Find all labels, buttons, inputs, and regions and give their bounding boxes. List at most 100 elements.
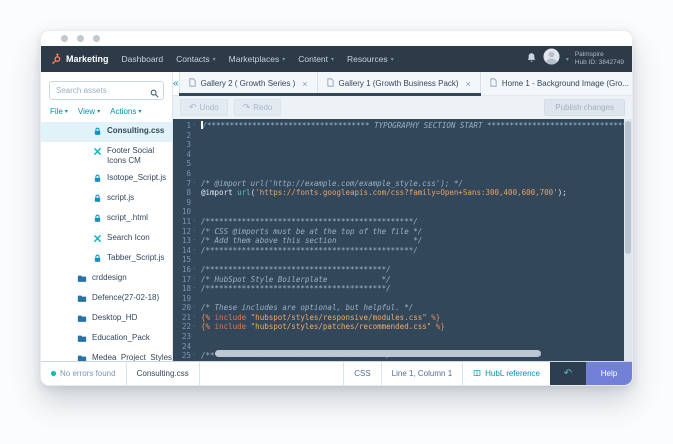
window-chrome [41,31,632,46]
fold-marker[interactable]: - [191,313,198,323]
fold-marker[interactable]: - [191,179,198,189]
chevron-down-icon: ▾ [64,109,68,115]
window-dot-icon[interactable] [77,35,84,42]
code-line-23[interactable]: 23 [173,332,632,342]
folder-item-desktop-hd[interactable]: Desktop_HD [41,309,172,329]
fold-marker[interactable]: - [191,121,198,131]
brand-logo[interactable]: Marketing [51,53,109,66]
fold-marker[interactable]: - [191,351,198,361]
code-line-6[interactable]: 6 [173,169,632,179]
token-hk: include [214,312,247,322]
menu-label: View [77,107,96,116]
horizontal-scrollbar[interactable] [215,350,541,357]
vertical-scrollbar[interactable] [624,119,632,361]
line-gutter: 20- [173,303,198,313]
folder-item-education-pack[interactable]: Education_Pack [41,329,172,349]
fold-marker[interactable]: - [191,227,198,237]
file-item-footer-social-icons-cm[interactable]: Footer Social Icons CM [41,142,172,169]
file-item-search-icon[interactable]: Search Icon [41,229,172,249]
nav-item-dashboard[interactable]: Dashboard [122,54,164,64]
code-line-2[interactable]: 2 [173,131,632,141]
chevron-down-icon: ▾ [97,109,101,115]
code-line-11[interactable]: 11-/************************************… [173,217,632,227]
code-line-1[interactable]: 1-/************************************ … [173,121,632,131]
code-line-21[interactable]: 21- {% include "hubspot/styles/responsive… [173,313,632,323]
menu-actions[interactable]: Actions ▾ [110,107,141,116]
fold-marker[interactable]: - [191,236,198,246]
nav-item-contacts[interactable]: Contacts ▾ [176,54,216,64]
account-info[interactable]: Palmspire Hub ID: 3842749 [575,51,624,67]
file-item-isotope-script-js[interactable]: Isotope_Script.js [41,169,172,189]
fold-marker[interactable]: - [191,303,198,313]
undo-button[interactable]: ↶ Undo [180,99,228,116]
close-icon[interactable]: × [466,79,471,89]
hubl-reference-link[interactable]: HubL reference [462,362,550,385]
token-comment: /* Add them above this section */ [201,236,423,246]
code-line-16[interactable]: 16-/************************************… [173,265,632,275]
publish-changes-button[interactable]: Publish changes [544,99,625,116]
code-line-12[interactable]: 12-/* CSS @imports must be at the top of… [173,227,632,237]
code-line-4[interactable]: 4 [173,150,632,160]
nav-item-marketplaces[interactable]: Marketplaces ▾ [229,54,286,64]
file-item-consulting-css[interactable]: Consulting.css [41,122,172,142]
menu-view[interactable]: View ▾ [78,107,100,116]
code-line-3[interactable]: 3 [173,140,632,150]
fold-marker[interactable]: - [191,284,198,294]
nav-item-content[interactable]: Content ▾ [298,54,334,64]
brand-label: Marketing [66,54,109,64]
code-line-9[interactable]: 9 [173,198,632,208]
help-button[interactable]: Help [586,362,632,385]
avatar[interactable] [543,48,560,70]
chevron-down-icon[interactable]: ▾ [566,56,569,63]
code-line-14[interactable]: 14-/************************************… [173,246,632,256]
file-item-script-js[interactable]: script.js [41,189,172,209]
tab-gallery-1-growth-business-pack[interactable]: Gallery 1 (Growth Business Pack) × [316,72,482,96]
fold-marker[interactable]: - [191,322,198,332]
menu-file[interactable]: File ▾ [50,107,68,116]
code-line-20[interactable]: 20-/* These includes are optional, but h… [173,303,632,313]
close-icon[interactable]: × [302,79,307,89]
code-line-7[interactable]: 7-/* @import url('http://example.com/exa… [173,179,632,189]
document-icon [189,78,196,89]
history-undo-button[interactable]: ↶ [550,362,586,385]
code-text: /* HubSpot Style Boilerplate */ [198,275,391,285]
file-item-tabber-script-js[interactable]: Tabber_Script.js [41,249,172,269]
redo-button[interactable]: ↷ Redo [233,99,282,116]
folder-item-medea-project-stylesheet[interactable]: Medea_Project_Stylesheet [41,349,172,361]
code-editor[interactable]: 1-/************************************ … [173,119,632,361]
window-dot-icon[interactable] [93,35,100,42]
window-dot-icon[interactable] [61,35,68,42]
search-input[interactable] [49,81,164,100]
code-line-22[interactable]: 22- {% include "hubspot/styles/patches/re… [173,322,632,332]
finder-sidebar: File▾View▾Actions▾ Consulting.cssFooter … [41,72,173,361]
line-number: 18 [181,284,191,294]
code-line-10[interactable]: 10 [173,207,632,217]
fold-marker[interactable]: - [191,246,198,256]
code-line-13[interactable]: 13-/* Add them above this section */ [173,236,632,246]
folder-item-defence-27-02-18[interactable]: Defence(27-02-18) [41,289,172,309]
search-icon [150,85,159,103]
code-line-15[interactable]: 15 [173,255,632,265]
open-file-tab[interactable]: Consulting.css [127,362,200,385]
code-line-19[interactable]: 19 [173,294,632,304]
folder-item-crddesign[interactable]: crddesign [41,269,172,289]
tab-home-1-background-image-gro[interactable]: Home 1 - Background Image (Gro...× [480,72,632,95]
fold-marker[interactable]: - [191,265,198,275]
tab-gallery-2-growth-series[interactable]: Gallery 2 ( Growth Series ) × [178,72,318,96]
fold-marker[interactable]: - [191,217,198,227]
file-item-script-html[interactable]: script_.html [41,209,172,229]
code-line-17[interactable]: 17-/* HubSpot Style Boilerplate */ [173,275,632,285]
lock-icon [93,194,102,206]
chevron-down-icon: ▾ [282,56,286,63]
book-icon [473,369,481,379]
code-line-18[interactable]: 18-/************************************… [173,284,632,294]
notifications-bell-icon[interactable] [526,50,537,68]
status-bar: No errors found Consulting.css CSS Line … [41,361,632,385]
code-line-5[interactable]: 5 [173,159,632,169]
nav-item-resources[interactable]: Resources ▾ [347,54,394,64]
menu-label: File [50,107,63,116]
fold-marker[interactable]: - [191,275,198,285]
folder-icon [77,354,87,361]
code-line-8[interactable]: 8 @import url('https://fonts.googleapis.c… [173,188,632,198]
